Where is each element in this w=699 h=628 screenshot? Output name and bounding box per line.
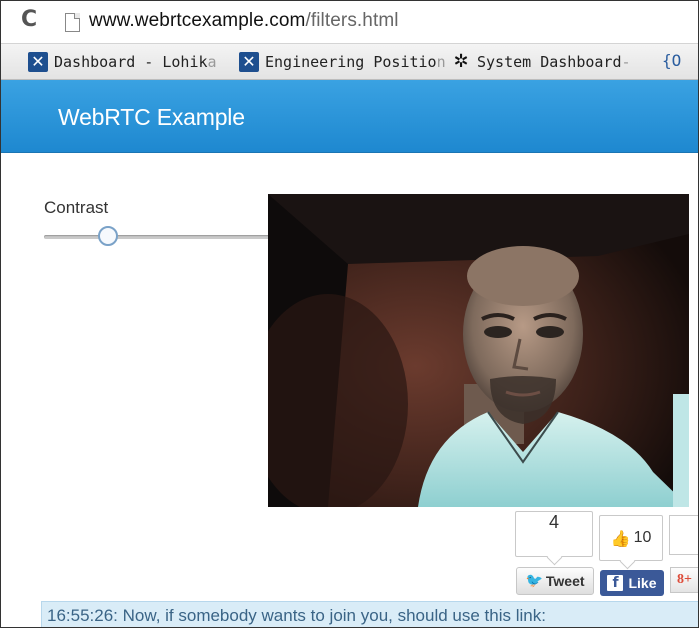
bookmark-label: Engineering Positio: [265, 53, 437, 71]
url-host: www.webrtcexample.com: [89, 10, 306, 31]
like-count-bubble: 👍 10: [599, 515, 663, 561]
tweet-count-bubble: 4: [515, 511, 593, 557]
facebook-like-button[interactable]: f Like: [600, 570, 664, 596]
tweet-button[interactable]: 🐦 Tweet: [516, 567, 594, 595]
bookmark-system-dashboard[interactable]: ✲ System Dashboard -: [451, 50, 630, 74]
page-icon: [65, 13, 80, 32]
gplus-count-bubble: [669, 515, 698, 555]
page-title[interactable]: WebRTC Example: [58, 104, 245, 131]
bookmark-label: System Dashboard: [477, 53, 622, 71]
twitter-bird-icon: 🐦: [525, 573, 543, 589]
browser-window: C www.webrtcexample.com/filters.html ✕ D…: [0, 0, 699, 628]
like-label: Like: [628, 575, 657, 591]
like-count: 10: [633, 529, 652, 546]
thumbs-up-icon: 👍: [610, 528, 631, 548]
tweet-label: Tweet: [545, 573, 585, 589]
address-bar: C www.webrtcexample.com/filters.html: [1, 1, 698, 44]
webcam-image: [268, 194, 689, 507]
url-field[interactable]: www.webrtcexample.com/filters.html: [89, 10, 399, 32]
facebook-icon: f: [607, 575, 624, 591]
bookmark-overflow[interactable]: {O: [662, 51, 681, 70]
jira-x-icon: ✕: [239, 52, 259, 72]
jira-x-icon: ✕: [28, 52, 48, 72]
bookmark-dashboard-lohika[interactable]: ✕ Dashboard - Lohik a: [28, 50, 217, 74]
bookmark-engineering-positions[interactable]: ✕ Engineering Positio n: [239, 50, 446, 74]
starburst-icon: ✲: [453, 51, 469, 72]
tweet-count: 4: [548, 512, 559, 532]
contrast-label: Contrast: [44, 198, 109, 217]
video-feed: [268, 194, 689, 507]
contrast-slider-thumb[interactable]: [98, 226, 118, 246]
log-message: 16:55:26: Now, if somebody wants to join…: [41, 601, 698, 627]
url-path: /filters.html: [305, 10, 399, 31]
reload-icon[interactable]: C: [21, 7, 37, 32]
bookmarks-bar: ✕ Dashboard - Lohik a ✕ Engineering Posit…: [1, 44, 698, 80]
gplus-button[interactable]: 8+: [670, 567, 698, 593]
app-header: WebRTC Example: [1, 80, 698, 153]
bookmark-label: Dashboard - Lohik: [54, 53, 208, 71]
contrast-slider-track[interactable]: [44, 235, 274, 239]
